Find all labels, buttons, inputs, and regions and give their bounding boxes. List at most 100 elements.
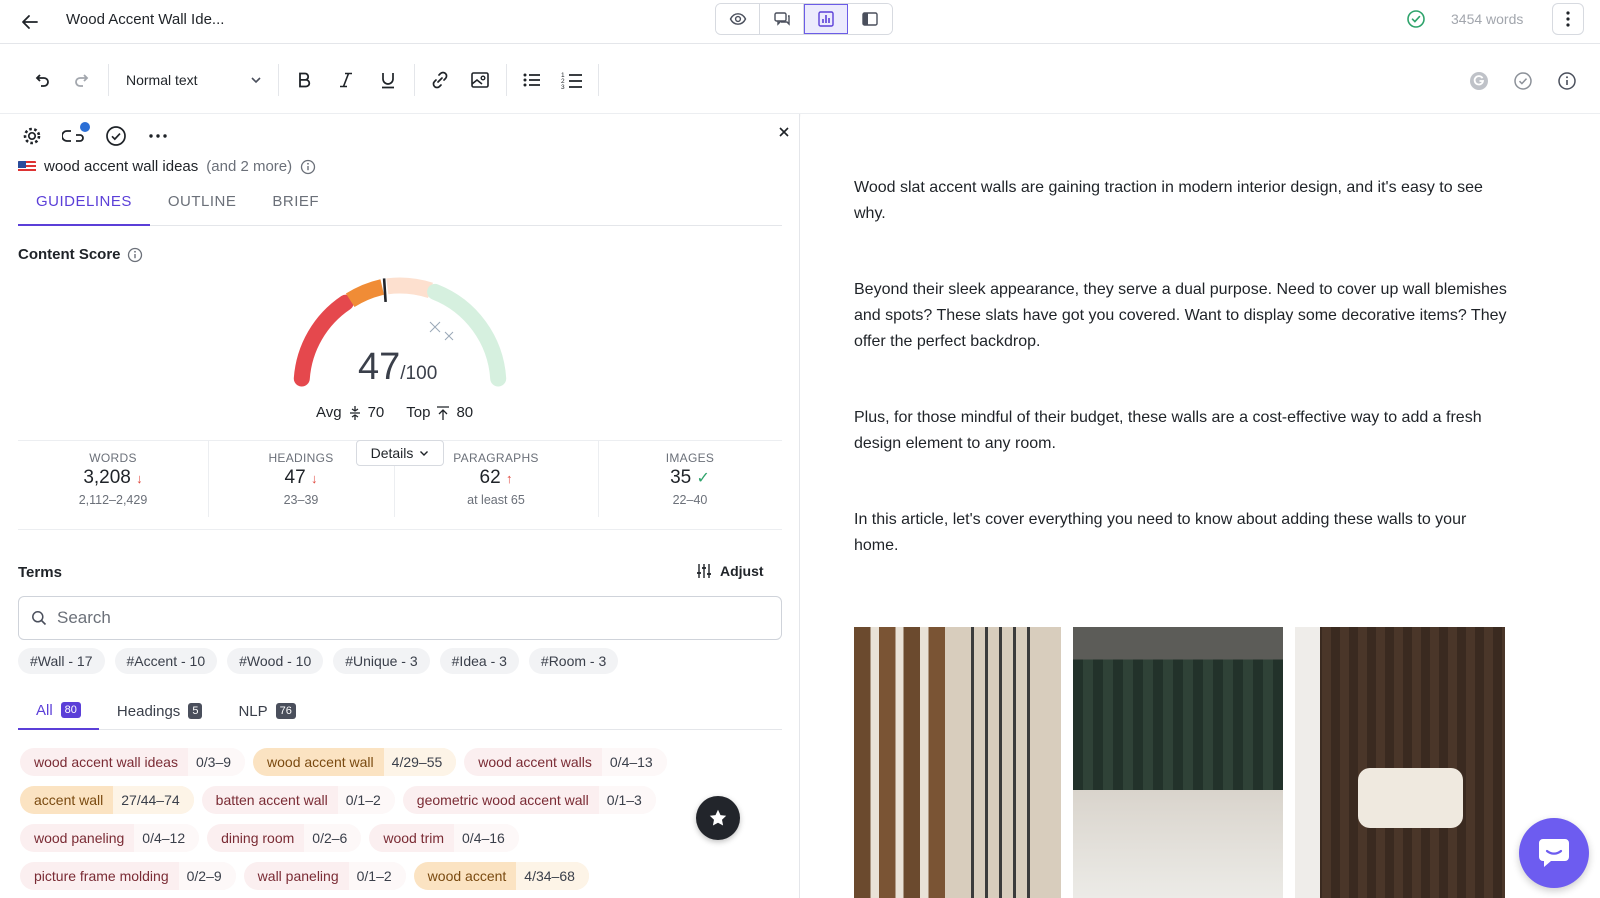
undo-icon — [35, 74, 49, 87]
content-score-value: 47/100 — [358, 346, 437, 389]
preview-mode-button[interactable] — [716, 4, 760, 34]
term-row: accent wall 27/44–74 batten accent wall 0/… — [20, 786, 780, 814]
sidebar-mode-button[interactable] — [848, 4, 892, 34]
search-input[interactable] — [57, 608, 737, 628]
check-button[interactable] — [1508, 66, 1538, 96]
avg-value: 70 — [367, 404, 385, 421]
arrow-up-icon: ↑ — [505, 471, 513, 486]
underline-icon — [382, 73, 394, 89]
term-chip[interactable]: accent wall 27/44–74 — [20, 786, 194, 814]
info-button[interactable] — [1552, 66, 1582, 96]
chat-bubble-icon — [1539, 839, 1569, 867]
target-keyword[interactable]: wood accent wall ideas (and 2 more) — [18, 158, 316, 175]
editor-paragraph[interactable]: Plus, for those mindful of their budget,… — [854, 405, 1514, 457]
italic-button[interactable] — [332, 66, 360, 94]
info-icon[interactable] — [127, 247, 143, 263]
text-style-select[interactable]: Normal text — [126, 66, 262, 94]
favorite-button[interactable] — [696, 796, 740, 840]
term-chip[interactable]: batten accent wall 0/1–2 — [201, 786, 395, 814]
settings-button[interactable] — [20, 124, 44, 148]
more-options-button[interactable] — [1552, 3, 1584, 35]
chat-support-button[interactable] — [1519, 818, 1589, 888]
term-chip[interactable]: wood accent wall ideas 0/3–9 — [20, 748, 246, 776]
chevron-down-icon — [251, 77, 261, 84]
bullet-list-button[interactable] — [518, 66, 546, 94]
term-tab-headings[interactable]: Headings 5 — [99, 692, 221, 730]
term-chip[interactable]: wood accent 4/34–68 — [413, 862, 589, 890]
score-benchmarks: Avg 70 Top 80 — [316, 404, 473, 421]
approve-button[interactable] — [104, 124, 128, 148]
notification-dot — [80, 122, 90, 132]
underline-button[interactable] — [374, 66, 402, 94]
term-chip[interactable]: geometric wood accent wall 0/1–3 — [402, 786, 656, 814]
redo-button[interactable] — [68, 66, 96, 94]
gallery-image[interactable] — [1295, 627, 1505, 898]
topic-chip[interactable]: #Unique - 3 — [333, 648, 430, 674]
document-editor[interactable]: Wood slat accent walls are gaining tract… — [801, 114, 1600, 898]
tab-guidelines[interactable]: GUIDELINES — [18, 190, 150, 226]
grammarly-button[interactable] — [1464, 66, 1494, 96]
details-button[interactable]: Details — [356, 440, 444, 466]
term-count: 0/4–13 — [601, 748, 667, 776]
term-name: wood paneling — [34, 830, 125, 846]
gauge-segment-orange — [345, 279, 385, 308]
topic-chip[interactable]: #Room - 3 — [528, 648, 619, 674]
term-chip[interactable]: wood paneling 0/4–12 — [20, 824, 200, 852]
eye-icon — [729, 13, 746, 25]
panel-icon-row — [20, 122, 170, 148]
us-flag-icon — [18, 160, 36, 173]
avg-label: Avg — [316, 404, 342, 421]
back-button[interactable] — [16, 8, 44, 36]
term-name: geometric wood accent wall — [416, 792, 589, 808]
term-chip[interactable]: picture frame molding 0/2–9 — [20, 862, 236, 890]
topic-chip[interactable]: #Idea - 3 — [439, 648, 519, 674]
bold-button[interactable] — [290, 66, 318, 94]
editor-paragraph[interactable]: Wood slat accent walls are gaining tract… — [854, 175, 1514, 227]
term-count: 0/2–6 — [304, 824, 362, 852]
term-chip[interactable]: wood accent walls 0/4–13 — [464, 748, 667, 776]
topic-chip[interactable]: #Wall - 17 — [18, 648, 105, 674]
sidebar-icon — [862, 12, 878, 26]
stat-range: at least 65 — [467, 493, 525, 507]
term-tab-nlp[interactable]: NLP 76 — [220, 692, 313, 730]
gallery-image[interactable] — [1073, 627, 1283, 898]
share-link-button[interactable] — [62, 122, 90, 148]
editor-paragraph[interactable]: Beyond their sleek appearance, they serv… — [854, 277, 1514, 355]
numbered-list-icon: 123 — [561, 72, 582, 90]
term-tab-all[interactable]: All 80 — [18, 692, 99, 730]
sparkle-icon — [429, 321, 454, 341]
tab-outline[interactable]: OUTLINE — [150, 190, 255, 226]
topic-chip[interactable]: #Accent - 10 — [114, 648, 218, 674]
numbered-list-button[interactable]: 123 — [558, 66, 586, 94]
term-chip[interactable]: dining room 0/2–6 — [207, 824, 362, 852]
term-chip[interactable]: wood trim 0/4–16 — [369, 824, 519, 852]
document-title[interactable]: Wood Accent Wall Ide... — [66, 11, 224, 28]
term-name: picture frame molding — [34, 868, 169, 884]
terms-search — [18, 596, 782, 640]
stat-words: WORDS 3,208 ↓ 2,112–2,429 — [18, 451, 208, 523]
text-style-value: Normal text — [126, 72, 198, 88]
image-button[interactable] — [466, 66, 494, 94]
editor-paragraph[interactable]: In this article, let's cover everything … — [854, 507, 1514, 559]
term-chip[interactable]: wall paneling 0/1–2 — [243, 862, 406, 890]
adjust-button[interactable]: Adjust — [696, 563, 764, 579]
link-button[interactable] — [426, 66, 454, 94]
chart-icon — [817, 11, 834, 27]
tab-brief[interactable]: BRIEF — [254, 190, 337, 226]
more-horizontal-icon — [149, 134, 167, 138]
panel-tabs: GUIDELINES OUTLINE BRIEF — [18, 190, 782, 226]
term-count: 4/29–55 — [383, 748, 457, 776]
info-icon[interactable] — [300, 159, 316, 175]
comments-mode-button[interactable] — [760, 4, 804, 34]
optimize-mode-button[interactable] — [804, 4, 848, 34]
image-gallery — [854, 627, 1505, 898]
close-panel-button[interactable] — [774, 122, 794, 142]
gauge-segment-green — [427, 283, 507, 387]
undo-button[interactable] — [28, 66, 56, 94]
term-chip[interactable]: wood accent wall 4/29–55 — [253, 748, 457, 776]
panel-more-button[interactable] — [146, 124, 170, 148]
gallery-image[interactable] — [854, 627, 1061, 898]
stat-range: 2,112–2,429 — [78, 493, 148, 507]
topic-chip[interactable]: #Wood - 10 — [227, 648, 324, 674]
view-mode-group — [715, 3, 893, 35]
